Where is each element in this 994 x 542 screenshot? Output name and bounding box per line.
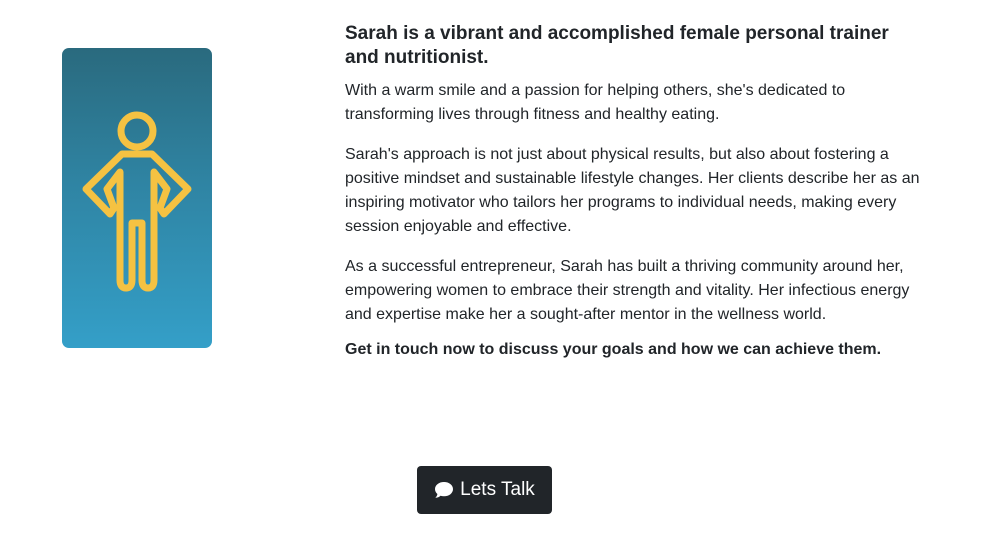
bio-paragraph: As a successful entrepreneur, Sarah has … [345, 258, 910, 323]
chat-bubble-icon [435, 482, 454, 498]
bio-paragraph: Sarah's approach is not just about physi… [345, 146, 920, 235]
lets-talk-label: Lets Talk [460, 479, 535, 500]
person-standing-icon [82, 111, 192, 292]
lets-talk-button[interactable]: Lets Talk [417, 466, 552, 514]
profile-image [62, 48, 212, 348]
bio-headline: Sarah is a vibrant and accomplished fema… [345, 23, 889, 68]
bio-paragraph: With a warm smile and a passion for help… [345, 82, 846, 123]
bio-section: Sarah is a vibrant and accomplished fema… [345, 22, 927, 362]
cta-text: Get in touch now to discuss your goals a… [345, 341, 882, 358]
